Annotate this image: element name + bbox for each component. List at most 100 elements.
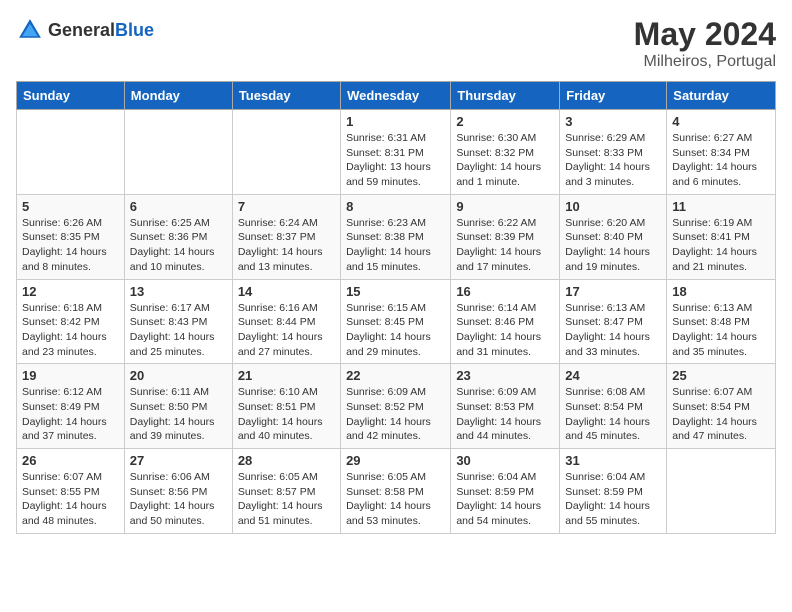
title-block: May 2024 Milheiros, Portugal — [634, 16, 776, 71]
calendar-cell: 24Sunrise: 6:08 AMSunset: 8:54 PMDayligh… — [560, 364, 667, 449]
day-number: 16 — [456, 284, 554, 299]
day-info: Sunrise: 6:30 AMSunset: 8:32 PMDaylight:… — [456, 131, 554, 190]
day-info: Sunrise: 6:19 AMSunset: 8:41 PMDaylight:… — [672, 216, 770, 275]
day-info: Sunrise: 6:31 AMSunset: 8:31 PMDaylight:… — [346, 131, 445, 190]
day-info: Sunrise: 6:15 AMSunset: 8:45 PMDaylight:… — [346, 301, 445, 360]
day-number: 18 — [672, 284, 770, 299]
day-info: Sunrise: 6:24 AMSunset: 8:37 PMDaylight:… — [238, 216, 335, 275]
day-number: 30 — [456, 453, 554, 468]
calendar-cell: 22Sunrise: 6:09 AMSunset: 8:52 PMDayligh… — [341, 364, 451, 449]
calendar-week-4: 19 Sunrise: 6:12 AMSunset: 8:49 PMDayligh… — [17, 364, 776, 449]
calendar-cell: 29 Sunrise: 6:05 AMSunset: 8:58 PMDayligh… — [341, 449, 451, 534]
logo: GeneralBlue — [16, 16, 154, 44]
calendar-cell — [17, 110, 125, 195]
day-number: 13 — [130, 284, 227, 299]
calendar-cell: 8Sunrise: 6:23 AMSunset: 8:38 PMDaylight… — [341, 194, 451, 279]
day-number: 6 — [130, 199, 227, 214]
day-number: 26 — [22, 453, 119, 468]
day-number: 20 — [130, 368, 227, 383]
day-info: Sunrise: 6:09 AMSunset: 8:53 PMDaylight:… — [456, 385, 554, 444]
day-number: 23 — [456, 368, 554, 383]
day-info: Sunrise: 6:18 AMSunset: 8:42 PMDaylight:… — [22, 301, 119, 360]
calendar-cell — [667, 449, 776, 534]
location-subtitle: Milheiros, Portugal — [634, 53, 776, 71]
day-number: 15 — [346, 284, 445, 299]
generalblue-icon — [16, 16, 44, 44]
day-number: 12 — [22, 284, 119, 299]
day-number: 28 — [238, 453, 335, 468]
day-number: 17 — [565, 284, 661, 299]
weekday-header-friday: Friday — [560, 82, 667, 110]
calendar-cell: 30 Sunrise: 6:04 AMSunset: 8:59 PMDayligh… — [451, 449, 560, 534]
day-info: Sunrise: 6:04 AMSunset: 8:59 PMDaylight:… — [565, 470, 661, 529]
day-info: Sunrise: 6:13 AMSunset: 8:47 PMDaylight:… — [565, 301, 661, 360]
weekday-header-sunday: Sunday — [17, 82, 125, 110]
page-header: GeneralBlue May 2024 Milheiros, Portugal — [16, 16, 776, 71]
day-info: Sunrise: 6:20 AMSunset: 8:40 PMDaylight:… — [565, 216, 661, 275]
calendar-cell: 25 Sunrise: 6:07 AMSunset: 8:54 PMDayligh… — [667, 364, 776, 449]
calendar-cell: 15 Sunrise: 6:15 AMSunset: 8:45 PMDayligh… — [341, 279, 451, 364]
day-info: Sunrise: 6:11 AMSunset: 8:50 PMDaylight:… — [130, 385, 227, 444]
day-number: 5 — [22, 199, 119, 214]
day-info: Sunrise: 6:23 AMSunset: 8:38 PMDaylight:… — [346, 216, 445, 275]
weekday-header-tuesday: Tuesday — [232, 82, 340, 110]
day-info: Sunrise: 6:06 AMSunset: 8:56 PMDaylight:… — [130, 470, 227, 529]
calendar-cell: 2Sunrise: 6:30 AMSunset: 8:32 PMDaylight… — [451, 110, 560, 195]
calendar-week-2: 5 Sunrise: 6:26 AMSunset: 8:35 PMDaylight… — [17, 194, 776, 279]
day-info: Sunrise: 6:05 AMSunset: 8:57 PMDaylight:… — [238, 470, 335, 529]
day-info: Sunrise: 6:22 AMSunset: 8:39 PMDaylight:… — [456, 216, 554, 275]
day-number: 4 — [672, 114, 770, 129]
calendar-cell: 28 Sunrise: 6:05 AMSunset: 8:57 PMDayligh… — [232, 449, 340, 534]
calendar-cell: 1 Sunrise: 6:31 AMSunset: 8:31 PMDaylight… — [341, 110, 451, 195]
day-info: Sunrise: 6:14 AMSunset: 8:46 PMDaylight:… — [456, 301, 554, 360]
calendar-week-3: 12 Sunrise: 6:18 AMSunset: 8:42 PMDayligh… — [17, 279, 776, 364]
day-number: 11 — [672, 199, 770, 214]
day-number: 14 — [238, 284, 335, 299]
day-number: 25 — [672, 368, 770, 383]
day-number: 19 — [22, 368, 119, 383]
calendar-cell: 9 Sunrise: 6:22 AMSunset: 8:39 PMDaylight… — [451, 194, 560, 279]
calendar-cell: 13 Sunrise: 6:17 AMSunset: 8:43 PMDayligh… — [124, 279, 232, 364]
weekday-header-row: SundayMondayTuesdayWednesdayThursdayFrid… — [17, 82, 776, 110]
month-year-title: May 2024 — [634, 16, 776, 53]
logo-general-text: General — [48, 20, 115, 40]
weekday-header-thursday: Thursday — [451, 82, 560, 110]
day-number: 29 — [346, 453, 445, 468]
calendar-cell: 11 Sunrise: 6:19 AMSunset: 8:41 PMDayligh… — [667, 194, 776, 279]
calendar-week-1: 1 Sunrise: 6:31 AMSunset: 8:31 PMDaylight… — [17, 110, 776, 195]
day-number: 27 — [130, 453, 227, 468]
day-number: 10 — [565, 199, 661, 214]
day-info: Sunrise: 6:05 AMSunset: 8:58 PMDaylight:… — [346, 470, 445, 529]
calendar-cell: 5 Sunrise: 6:26 AMSunset: 8:35 PMDaylight… — [17, 194, 125, 279]
day-number: 7 — [238, 199, 335, 214]
day-info: Sunrise: 6:25 AMSunset: 8:36 PMDaylight:… — [130, 216, 227, 275]
day-number: 31 — [565, 453, 661, 468]
calendar-cell: 26Sunrise: 6:07 AMSunset: 8:55 PMDayligh… — [17, 449, 125, 534]
day-info: Sunrise: 6:12 AMSunset: 8:49 PMDaylight:… — [22, 385, 119, 444]
calendar-cell: 16 Sunrise: 6:14 AMSunset: 8:46 PMDayligh… — [451, 279, 560, 364]
day-info: Sunrise: 6:04 AMSunset: 8:59 PMDaylight:… — [456, 470, 554, 529]
day-number: 22 — [346, 368, 445, 383]
day-info: Sunrise: 6:17 AMSunset: 8:43 PMDaylight:… — [130, 301, 227, 360]
weekday-header-saturday: Saturday — [667, 82, 776, 110]
calendar-cell: 18Sunrise: 6:13 AMSunset: 8:48 PMDayligh… — [667, 279, 776, 364]
day-info: Sunrise: 6:08 AMSunset: 8:54 PMDaylight:… — [565, 385, 661, 444]
day-info: Sunrise: 6:27 AMSunset: 8:34 PMDaylight:… — [672, 131, 770, 190]
day-number: 21 — [238, 368, 335, 383]
day-number: 1 — [346, 114, 445, 129]
calendar-cell: 12 Sunrise: 6:18 AMSunset: 8:42 PMDayligh… — [17, 279, 125, 364]
calendar-cell: 14Sunrise: 6:16 AMSunset: 8:44 PMDayligh… — [232, 279, 340, 364]
calendar-cell — [124, 110, 232, 195]
calendar-week-5: 26Sunrise: 6:07 AMSunset: 8:55 PMDayligh… — [17, 449, 776, 534]
calendar-cell: 20 Sunrise: 6:11 AMSunset: 8:50 PMDayligh… — [124, 364, 232, 449]
day-info: Sunrise: 6:26 AMSunset: 8:35 PMDaylight:… — [22, 216, 119, 275]
day-info: Sunrise: 6:07 AMSunset: 8:54 PMDaylight:… — [672, 385, 770, 444]
calendar-table: SundayMondayTuesdayWednesdayThursdayFrid… — [16, 81, 776, 534]
day-number: 9 — [456, 199, 554, 214]
calendar-cell: 21Sunrise: 6:10 AMSunset: 8:51 PMDayligh… — [232, 364, 340, 449]
weekday-header-monday: Monday — [124, 82, 232, 110]
calendar-cell: 3Sunrise: 6:29 AMSunset: 8:33 PMDaylight… — [560, 110, 667, 195]
calendar-cell: 31 Sunrise: 6:04 AMSunset: 8:59 PMDayligh… — [560, 449, 667, 534]
calendar-cell: 6 Sunrise: 6:25 AMSunset: 8:36 PMDaylight… — [124, 194, 232, 279]
calendar-cell — [232, 110, 340, 195]
